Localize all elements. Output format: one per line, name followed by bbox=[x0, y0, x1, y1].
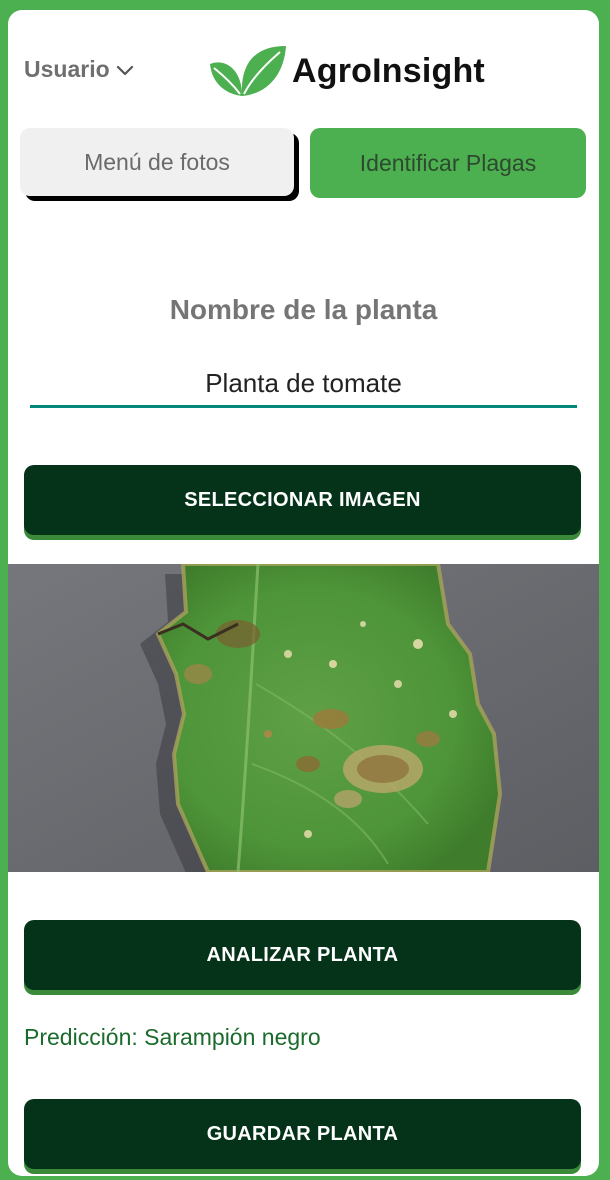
plant-photo bbox=[8, 564, 599, 872]
tab-photo-menu-label: Menú de fotos bbox=[84, 148, 230, 175]
plant-name-label: Nombre de la planta bbox=[169, 294, 438, 325]
save-plant-button[interactable]: GUARDAR PLANTA bbox=[24, 1099, 581, 1169]
plant-name-input[interactable] bbox=[30, 362, 577, 408]
top-bar: Usuario AgroInsight bbox=[8, 10, 599, 130]
chevron-down-icon bbox=[116, 65, 133, 75]
prediction-result: Predicción: Sarampión negro bbox=[24, 1024, 321, 1050]
user-menu-label: Usuario bbox=[24, 56, 110, 82]
tab-photo-menu[interactable]: Menú de fotos bbox=[20, 128, 294, 196]
tab-identify-pests-label: Identificar Plagas bbox=[359, 149, 537, 176]
tab-identify-pests[interactable]: Identificar Plagas bbox=[310, 128, 586, 198]
leaves-icon bbox=[210, 46, 286, 96]
select-image-button[interactable]: SELECCIONAR IMAGEN bbox=[24, 465, 581, 535]
app-name: AgroInsight bbox=[292, 51, 485, 90]
diseased-leaf-image bbox=[8, 564, 599, 872]
analyze-plant-button[interactable]: ANALIZAR PLANTA bbox=[24, 920, 581, 990]
user-menu[interactable]: Usuario bbox=[24, 56, 134, 83]
app-screen: Usuario AgroInsight Menú de fotos Identi… bbox=[8, 10, 599, 1176]
app-logo: AgroInsight bbox=[206, 44, 485, 98]
